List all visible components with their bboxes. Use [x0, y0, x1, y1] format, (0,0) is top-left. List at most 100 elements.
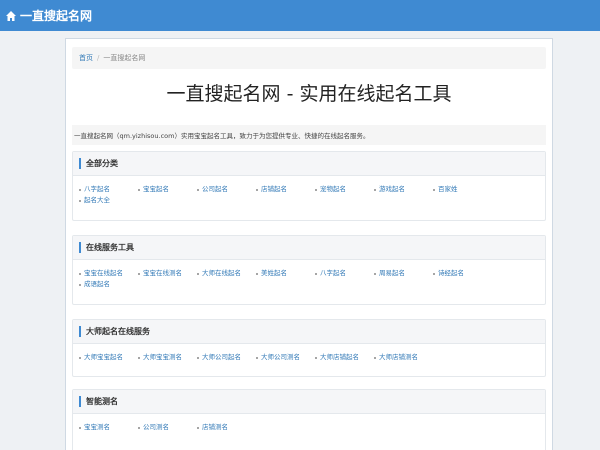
bullet-dot: [374, 188, 376, 191]
breadcrumb-home-link[interactable]: 首页: [79, 53, 93, 63]
link-label: 公司起名: [202, 185, 228, 193]
bullet-dot: [374, 272, 376, 275]
link-label: 宝宝起名: [143, 185, 169, 193]
link-master-online-naming[interactable]: 大师在线起名: [197, 268, 256, 279]
section-smart-name-test: 智能测名 宝宝测名 公司测名 店铺测名: [72, 389, 546, 450]
link-pet-naming[interactable]: 宠物起名: [315, 184, 374, 195]
link-surnames[interactable]: 百家姓: [433, 184, 492, 195]
bullet-dot: [256, 272, 258, 275]
section-links: 宝宝测名 公司测名 店铺测名: [73, 414, 545, 433]
link-naming-encyclopedia[interactable]: 起名大全: [79, 195, 138, 206]
link-label: 店铺起名: [261, 185, 287, 193]
section-header: 在线服务工具: [73, 236, 545, 260]
link-company-naming[interactable]: 公司起名: [197, 184, 256, 195]
section-online-tools: 在线服务工具 宝宝在线起名 宝宝在线测名 大师在线起名 美姓起名 八字起名 周易…: [72, 235, 546, 305]
link-shop-name-test[interactable]: 店铺测名: [197, 422, 256, 433]
bullet-dot: [256, 188, 258, 191]
link-label: 宝宝在线测名: [143, 269, 182, 277]
link-label: 宝宝测名: [84, 423, 110, 431]
link-baby-online-naming[interactable]: 宝宝在线起名: [79, 268, 138, 279]
link-label: 游戏起名: [379, 185, 405, 193]
site-brand-link[interactable]: 一直搜起名网: [20, 7, 92, 24]
section-master-services: 大师起名在线服务 大师宝宝起名 大师宝宝测名 大师公司起名 大师公司测名 大师店…: [72, 319, 546, 377]
link-master-baby-naming[interactable]: 大师宝宝起名: [79, 352, 138, 363]
link-bazi-naming-tool[interactable]: 八字起名: [315, 268, 374, 279]
link-game-naming[interactable]: 游戏起名: [374, 184, 433, 195]
section-header: 全部分类: [73, 152, 545, 176]
link-label: 公司测名: [143, 423, 169, 431]
section-title: 全部分类: [86, 159, 118, 168]
bullet-dot: [138, 272, 140, 275]
bullet-dot: [138, 426, 140, 429]
section-accent-bar: [79, 242, 81, 253]
bullet-dot: [138, 356, 140, 359]
bullet-dot: [79, 272, 81, 275]
link-master-company-name-test[interactable]: 大师公司测名: [256, 352, 315, 363]
link-master-shop-name-test[interactable]: 大师店铺测名: [374, 352, 433, 363]
link-surname-naming[interactable]: 美姓起名: [256, 268, 315, 279]
link-master-baby-name-test[interactable]: 大师宝宝测名: [138, 352, 197, 363]
link-bazi-naming[interactable]: 八字起名: [79, 184, 138, 195]
section-title: 在线服务工具: [86, 243, 134, 252]
link-label: 周易起名: [379, 269, 405, 277]
link-baby-name-test[interactable]: 宝宝测名: [79, 422, 138, 433]
bullet-dot: [433, 188, 435, 191]
bullet-dot: [315, 188, 317, 191]
section-all-categories: 全部分类 八字起名 宝宝起名 公司起名 店铺起名 宠物起名 游戏起名 百家姓 起…: [72, 151, 546, 221]
link-label: 大师公司测名: [261, 353, 300, 361]
section-title: 智能测名: [86, 397, 118, 406]
link-master-shop-naming[interactable]: 大师店铺起名: [315, 352, 374, 363]
bullet-dot: [374, 356, 376, 359]
link-label: 八字起名: [84, 185, 110, 193]
link-label: 大师店铺测名: [379, 353, 418, 361]
link-label: 大师公司起名: [202, 353, 241, 361]
link-company-name-test[interactable]: 公司测名: [138, 422, 197, 433]
link-baby-naming[interactable]: 宝宝起名: [138, 184, 197, 195]
link-label: 起名大全: [84, 196, 110, 204]
bullet-dot: [79, 356, 81, 359]
section-accent-bar: [79, 158, 81, 169]
main-card: 首页 / 一直搜起名网 一直搜起名网 - 实用在线起名工具 一直搜起名网（qm.…: [65, 38, 553, 450]
breadcrumb: 首页 / 一直搜起名网: [72, 47, 546, 69]
bullet-dot: [197, 356, 199, 359]
link-label: 诗经起名: [438, 269, 464, 277]
bullet-dot: [315, 272, 317, 275]
link-label: 百家姓: [438, 185, 458, 193]
link-label: 宠物起名: [320, 185, 346, 193]
bullet-dot: [315, 356, 317, 359]
link-label: 宝宝在线起名: [84, 269, 123, 277]
bullet-dot: [138, 188, 140, 191]
section-links: 八字起名 宝宝起名 公司起名 店铺起名 宠物起名 游戏起名 百家姓 起名大全: [73, 176, 545, 206]
link-master-company-naming[interactable]: 大师公司起名: [197, 352, 256, 363]
section-links: 宝宝在线起名 宝宝在线测名 大师在线起名 美姓起名 八字起名 周易起名 诗经起名…: [73, 260, 545, 290]
section-title: 大师起名在线服务: [86, 327, 150, 336]
link-label: 大师在线起名: [202, 269, 241, 277]
page-title: 一直搜起名网 - 实用在线起名工具: [166, 83, 452, 105]
link-label: 美姓起名: [261, 269, 287, 277]
section-links: 大师宝宝起名 大师宝宝测名 大师公司起名 大师公司测名 大师店铺起名 大师店铺测…: [73, 344, 545, 363]
link-shop-naming[interactable]: 店铺起名: [256, 184, 315, 195]
link-label: 八字起名: [320, 269, 346, 277]
bullet-dot: [256, 356, 258, 359]
link-idiom-naming[interactable]: 成语起名: [79, 279, 138, 290]
bullet-dot: [197, 272, 199, 275]
bullet-dot: [197, 426, 199, 429]
breadcrumb-separator: /: [97, 54, 100, 62]
home-icon[interactable]: [5, 10, 17, 22]
link-baby-online-name-test[interactable]: 宝宝在线测名: [138, 268, 197, 279]
link-zhouyi-naming[interactable]: 周易起名: [374, 268, 433, 279]
section-accent-bar: [79, 326, 81, 337]
bullet-dot: [433, 272, 435, 275]
bullet-dot: [79, 188, 81, 191]
section-accent-bar: [79, 396, 81, 407]
link-label: 大师店铺起名: [320, 353, 359, 361]
link-shijing-naming[interactable]: 诗经起名: [433, 268, 492, 279]
section-header: 大师起名在线服务: [73, 320, 545, 344]
site-intro: 一直搜起名网（qm.yizhisou.com）实用宝宝起名工具，致力于为您提供专…: [72, 125, 546, 145]
bullet-dot: [197, 188, 199, 191]
link-label: 大师宝宝起名: [84, 353, 123, 361]
link-label: 店铺测名: [202, 423, 228, 431]
bullet-dot: [79, 426, 81, 429]
breadcrumb-current: 一直搜起名网: [103, 54, 146, 62]
bullet-dot: [79, 199, 81, 202]
